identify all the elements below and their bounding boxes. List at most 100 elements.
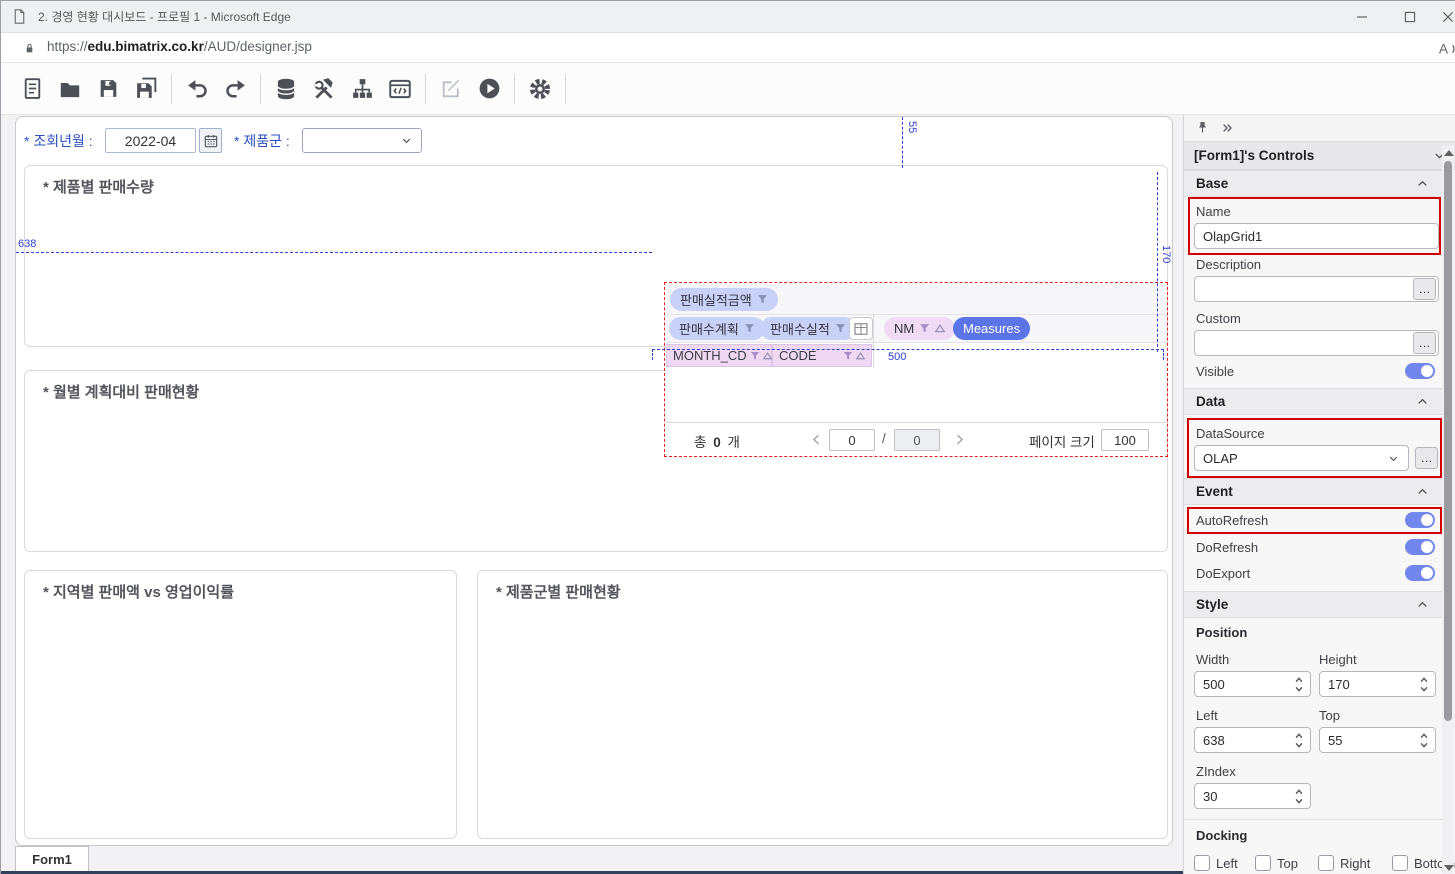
dock-left-checkbox[interactable]: [1194, 855, 1210, 871]
minimize-icon: [1352, 7, 1372, 27]
height-stepper[interactable]: [1419, 675, 1429, 694]
section-style[interactable]: Style: [1184, 591, 1442, 618]
page-size-input[interactable]: [1101, 429, 1149, 451]
datasource-select[interactable]: OLAP: [1194, 445, 1409, 471]
sort-icon[interactable]: [856, 352, 865, 360]
date-input[interactable]: [105, 128, 196, 153]
sort-icon[interactable]: [935, 324, 945, 333]
measures-label: Measures: [963, 321, 1020, 336]
datasource-value: OLAP: [1203, 451, 1238, 466]
close-icon: [1438, 7, 1455, 27]
datasource-button[interactable]: [267, 72, 305, 106]
left-stepper[interactable]: [1294, 731, 1304, 750]
hierarchy-button[interactable]: [343, 72, 381, 106]
settings-button[interactable]: [521, 72, 559, 106]
inspector-scrollbar[interactable]: [1442, 146, 1454, 874]
product-select[interactable]: [302, 128, 422, 153]
column-field-pill[interactable]: 판매수계획: [669, 317, 765, 340]
new-document-button[interactable]: [13, 72, 51, 106]
row-field-cell[interactable]: CODE: [772, 344, 872, 367]
form-tab[interactable]: Form1: [15, 846, 89, 872]
datasource-ellipsis-button[interactable]: …: [1415, 447, 1438, 469]
guide-line-left: [16, 252, 652, 253]
title-bar: 2. 경영 현황 대시보드 - 프로필 1 - Microsoft Edge: [1, 1, 1455, 33]
tools-button[interactable]: [305, 72, 343, 106]
lock-icon[interactable]: [21, 40, 38, 57]
scroll-up-arrow[interactable]: [1444, 150, 1454, 156]
guide-left-value: 638: [18, 238, 36, 250]
nm-field-label: NM: [894, 321, 914, 336]
datasource-label: DataSource: [1196, 426, 1265, 441]
collapse-panel-icon[interactable]: [1219, 120, 1235, 136]
current-page-input[interactable]: [829, 429, 875, 451]
olap-grid-component[interactable]: 판매실적금액 판매수계획 판매수실적 NM Measures: [666, 284, 1166, 455]
total-count-text: 총 0 개: [694, 431, 740, 451]
close-button[interactable]: [1426, 1, 1455, 33]
product-filter-label: * 제품군 :: [234, 131, 290, 151]
dorefresh-label: DoRefresh: [1196, 540, 1258, 555]
hierarchy-icon: [350, 76, 375, 101]
section-base[interactable]: Base: [1184, 170, 1442, 197]
autorefresh-toggle[interactable]: [1405, 512, 1435, 528]
section-data[interactable]: Data: [1184, 388, 1442, 415]
sort-icon[interactable]: [763, 352, 772, 360]
dock-right-label: Right: [1340, 856, 1370, 871]
panel-product-group-sales[interactable]: * 제품군별 판매현황: [477, 570, 1168, 839]
width-stepper[interactable]: [1294, 675, 1304, 694]
calendar-button[interactable]: [199, 128, 222, 153]
code-view-button[interactable]: [381, 72, 419, 106]
filter-icon[interactable]: [843, 351, 853, 361]
measures-pill[interactable]: Measures: [953, 317, 1030, 340]
scrollbar-thumb[interactable]: [1444, 161, 1452, 721]
value-field-pill[interactable]: 판매실적금액: [670, 288, 778, 311]
maximize-icon: [1400, 7, 1420, 27]
visible-toggle[interactable]: [1405, 363, 1435, 379]
name-input[interactable]: [1194, 223, 1439, 249]
url-text[interactable]: https://edu.bimatrix.co.kr/AUD/designer.…: [47, 39, 312, 54]
inspector-panel: [Form1]'s Controls Base Name Description…: [1183, 115, 1455, 874]
filter-icon[interactable]: [835, 323, 846, 334]
run-button[interactable]: [470, 72, 508, 106]
toolbar-separator: [425, 74, 426, 104]
controls-header[interactable]: [Form1]'s Controls: [1184, 142, 1455, 170]
address-bar[interactable]: https://edu.bimatrix.co.kr/AUD/designer.…: [1, 33, 1455, 63]
panel-region-sales-vs-profit[interactable]: * 지역별 판매액 vs 영업이익률: [24, 570, 457, 839]
read-aloud-icon[interactable]: [1436, 38, 1455, 60]
dorefresh-toggle[interactable]: [1405, 539, 1435, 555]
custom-ellipsis-button[interactable]: …: [1413, 332, 1436, 354]
save-button[interactable]: [89, 72, 127, 106]
guide-line-height: [1157, 172, 1158, 352]
filter-icon[interactable]: [919, 323, 930, 334]
nm-field-pill[interactable]: NM: [884, 317, 955, 340]
description-input[interactable]: [1194, 276, 1439, 302]
scroll-down-arrow[interactable]: [1444, 865, 1454, 871]
pin-icon[interactable]: [1194, 120, 1211, 137]
minimize-button[interactable]: [1340, 1, 1384, 33]
description-ellipsis-button[interactable]: …: [1413, 278, 1436, 300]
next-page-button[interactable]: [952, 432, 967, 447]
save-all-button[interactable]: [127, 72, 165, 106]
doexport-toggle[interactable]: [1405, 565, 1435, 581]
dock-top-checkbox[interactable]: [1255, 855, 1271, 871]
prev-page-button[interactable]: [809, 432, 824, 447]
filter-icon[interactable]: [750, 351, 760, 361]
custom-input[interactable]: [1194, 330, 1439, 356]
top-stepper[interactable]: [1419, 731, 1429, 750]
zindex-stepper[interactable]: [1294, 787, 1304, 806]
guide-width-value: 500: [888, 351, 906, 363]
undo-icon: [185, 76, 210, 101]
dock-bottom-checkbox[interactable]: [1392, 855, 1408, 871]
filter-icon[interactable]: [757, 294, 768, 305]
redo-button[interactable]: [216, 72, 254, 106]
section-event[interactable]: Event: [1184, 478, 1442, 505]
guide-tick: [1163, 349, 1164, 360]
open-folder-button[interactable]: [51, 72, 89, 106]
undo-button[interactable]: [178, 72, 216, 106]
column-field-pill[interactable]: 판매수실적: [760, 317, 856, 340]
filter-icon[interactable]: [744, 323, 755, 334]
zindex-label: ZIndex: [1196, 764, 1236, 779]
chevron-left-icon: [809, 432, 824, 447]
layout-split-button[interactable]: [849, 317, 873, 340]
dock-right-checkbox[interactable]: [1318, 855, 1334, 871]
row-field-cell[interactable]: MONTH_CD: [666, 344, 772, 367]
